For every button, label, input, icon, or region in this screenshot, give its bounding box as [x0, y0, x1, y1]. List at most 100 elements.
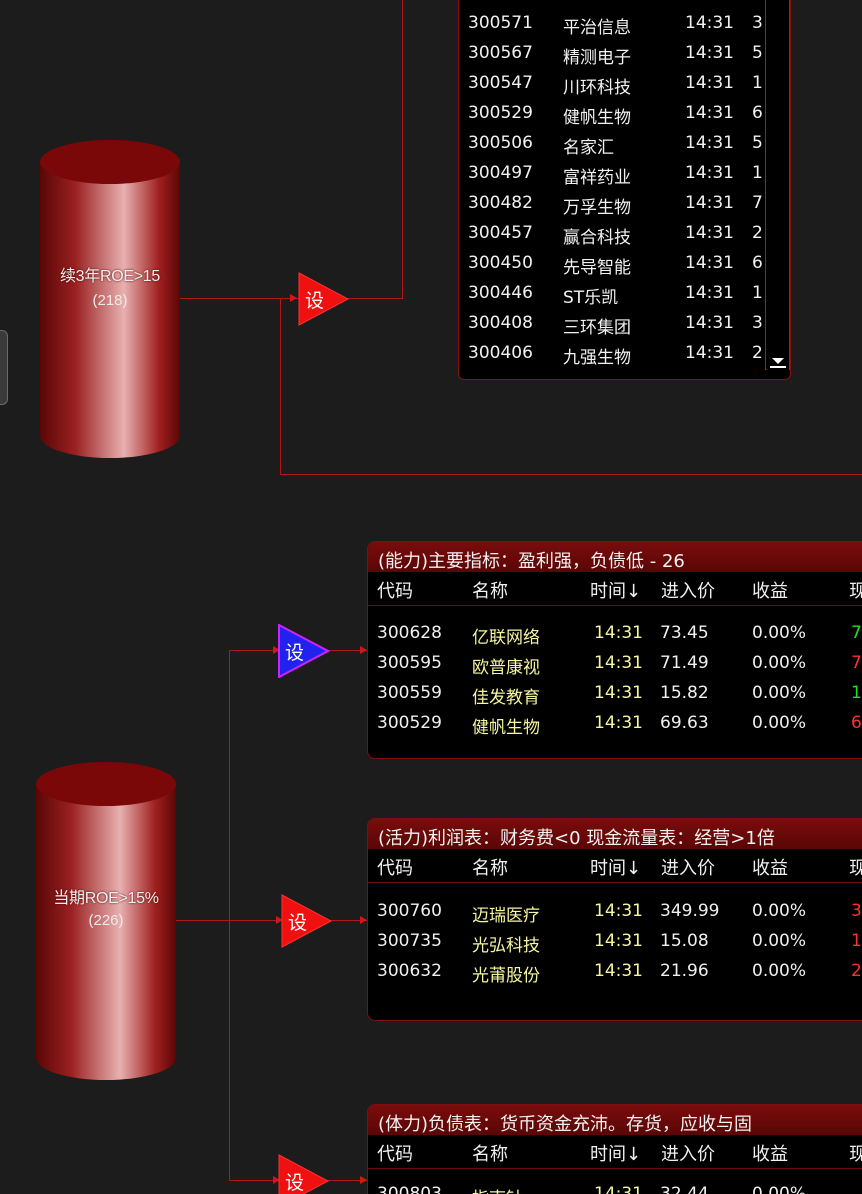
data-source-cylinder[interactable]: 当期ROE>15% (226)	[36, 762, 176, 1080]
connector-line	[280, 298, 281, 475]
stock-time: 14:31	[594, 961, 643, 981]
stock-name: 健帆生物	[472, 718, 540, 738]
col-entry-price[interactable]: 进入价	[661, 1140, 715, 1166]
panel-title: (能力)主要指标：盈利强，负债低 - 26	[368, 542, 862, 572]
stock-name: 赢合科技	[563, 228, 631, 248]
list-item[interactable]: 300506 名家汇 14:31 5	[459, 129, 779, 159]
stock-time: 14:31	[685, 253, 734, 273]
col-time[interactable]: 时间↓	[590, 1140, 641, 1166]
arrow-head	[360, 646, 367, 654]
scroll-down-button[interactable]	[767, 350, 789, 370]
gain: 0.00%	[752, 713, 807, 733]
stock-code: 300567	[468, 43, 533, 63]
set-filter-button[interactable]: 设	[278, 1154, 330, 1194]
list-item[interactable]: 300547 川环科技 14:31 1	[459, 69, 779, 99]
connector-line	[280, 474, 862, 475]
set-filter-button[interactable]: 设	[298, 272, 350, 326]
list-item[interactable]: 300497 富祥药业 14:31 1	[459, 159, 779, 189]
col-name[interactable]: 名称	[472, 1140, 508, 1166]
stock-code: 300497	[468, 163, 533, 183]
table-row[interactable]: 300760 迈瑞医疗 14:31 349.99 0.00% 3	[368, 898, 862, 928]
data-source-cylinder[interactable]: 续3年ROE>15 (218)	[40, 140, 180, 458]
col-name[interactable]: 名称	[472, 854, 508, 880]
stock-name: 佳发教育	[472, 688, 540, 708]
side-handle[interactable]	[0, 330, 8, 405]
stock-code: 300406	[468, 343, 533, 363]
table-row[interactable]: 300803 指南针 14:31 32.44 0.00%	[368, 1181, 862, 1194]
stock-name: ST乐凯	[563, 288, 619, 308]
col-entry-price[interactable]: 进入价	[661, 577, 715, 603]
set-label: 设	[285, 642, 305, 664]
list-item[interactable]: 300482 万孚生物 14:31 7	[459, 189, 779, 219]
current-price: 2	[851, 961, 862, 981]
connector-line	[229, 650, 230, 1180]
list-item[interactable]: 300457 赢合科技 14:31 2	[459, 219, 779, 249]
stock-code: 300450	[468, 253, 533, 273]
entry-price: 73.45	[660, 623, 709, 643]
stock-list-panel: 300571 平治信息 14:31 3 300567 精测电子 14:31 5 …	[458, 0, 791, 380]
col-gain[interactable]: 收益	[752, 854, 788, 880]
list-item[interactable]: 300571 平治信息 14:31 3	[459, 9, 779, 39]
stock-name: 欧普康视	[472, 658, 540, 678]
arrow-head	[360, 916, 367, 924]
cylinder-count: (218)	[92, 292, 128, 309]
table-row[interactable]: 300632 光莆股份 14:31 21.96 0.00% 2	[368, 958, 862, 988]
stock-extra: 2	[752, 343, 763, 363]
current-price: 3	[851, 901, 862, 921]
stock-name: 九强生物	[563, 348, 631, 368]
stock-name: 迈瑞医疗	[472, 906, 540, 926]
scrollbar[interactable]	[765, 0, 790, 370]
stock-time: 14:31	[685, 13, 734, 33]
col-entry-price[interactable]: 进入价	[661, 854, 715, 880]
set-filter-button[interactable]: 设	[278, 624, 330, 678]
list-item[interactable]: 300408 三环集团 14:31 3	[459, 309, 779, 339]
strategy-panel: (能力)主要指标：盈利强，负债低 - 26 代码 名称 时间↓ 进入价 收益 现…	[367, 541, 862, 759]
stock-time: 14:31	[594, 683, 643, 703]
col-code[interactable]: 代码	[377, 577, 413, 603]
stock-time: 14:31	[685, 343, 734, 363]
table-row[interactable]: 300559 佳发教育 14:31 15.82 0.00% 1	[368, 680, 862, 710]
entry-price: 71.49	[660, 653, 709, 673]
table-row[interactable]: 300735 光弘科技 14:31 15.08 0.00% 1	[368, 928, 862, 958]
col-gain[interactable]: 收益	[752, 577, 788, 603]
stock-code: 300760	[377, 901, 442, 921]
col-time[interactable]: 时间↓	[590, 577, 641, 603]
table-row[interactable]: 300529 健帆生物 14:31 69.63 0.00% 6	[368, 710, 862, 740]
col-gain[interactable]: 收益	[752, 1140, 788, 1166]
col-code[interactable]: 代码	[377, 1140, 413, 1166]
gain: 0.00%	[752, 683, 807, 703]
stock-name: 平治信息	[563, 18, 631, 38]
gain: 0.00%	[752, 931, 807, 951]
col-name[interactable]: 名称	[472, 577, 508, 603]
table-header: 代码 名称 时间↓ 进入价 收益 现	[368, 1135, 862, 1169]
connector-line	[402, 0, 403, 299]
list-item[interactable]: 300446 ST乐凯 14:31 1	[459, 279, 779, 309]
cylinder-count: (226)	[88, 912, 124, 929]
list-item[interactable]: 300529 健帆生物 14:31 6	[459, 99, 779, 129]
stock-time: 14:31	[685, 103, 734, 123]
entry-price: 15.08	[660, 931, 709, 951]
list-item[interactable]: 300567 精测电子 14:31 5	[459, 39, 779, 69]
col-current[interactable]: 现	[849, 577, 862, 603]
list-item[interactable]: 300406 九强生物 14:31 2	[459, 339, 779, 369]
col-time[interactable]: 时间↓	[590, 854, 641, 880]
col-current[interactable]: 现	[849, 854, 862, 880]
col-code[interactable]: 代码	[377, 854, 413, 880]
stock-time: 14:31	[594, 901, 643, 921]
stock-code: 300446	[468, 283, 533, 303]
stock-extra: 6	[752, 253, 763, 273]
strategy-panel: (体力)负债表：货币资金充沛。存货，应收与固 代码 名称 时间↓ 进入价 收益 …	[367, 1104, 862, 1194]
stock-extra: 1	[752, 163, 763, 183]
stock-time: 14:31	[594, 1184, 643, 1194]
set-label: 设	[288, 912, 308, 934]
table-row[interactable]: 300628 亿联网络 14:31 73.45 0.00% 7	[368, 620, 862, 650]
list-item[interactable]: 300450 先导智能 14:31 6	[459, 249, 779, 279]
stock-name: 光莆股份	[472, 966, 540, 986]
col-current[interactable]: 现	[849, 1140, 862, 1166]
entry-price: 69.63	[660, 713, 709, 733]
stock-time: 14:31	[594, 713, 643, 733]
stock-code: 300803	[377, 1184, 442, 1194]
table-row[interactable]: 300595 欧普康视 14:31 71.49 0.00% 7	[368, 650, 862, 680]
set-filter-button[interactable]: 设	[281, 894, 333, 948]
gain: 0.00%	[752, 623, 807, 643]
